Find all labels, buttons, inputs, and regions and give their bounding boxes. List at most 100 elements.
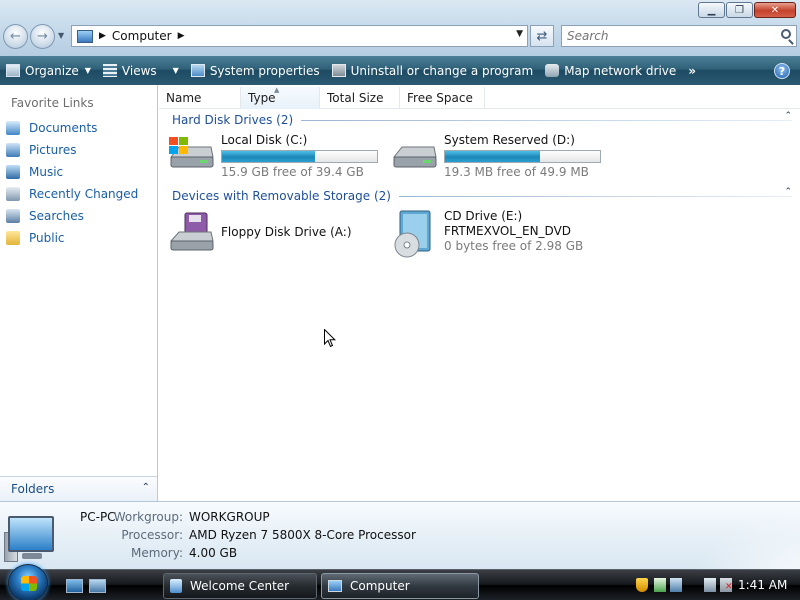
sidebar-item-searches[interactable]: Searches	[6, 207, 84, 225]
taskbar-button-computer[interactable]: Computer	[321, 573, 479, 599]
drive-tile-a[interactable]: Floppy Disk Drive (A:)	[167, 211, 352, 251]
welcome-center-icon	[170, 579, 182, 593]
organize-label: Organize	[25, 63, 79, 78]
address-bar[interactable]: ▶ Computer ▶ ▼	[71, 25, 528, 47]
column-headers: Name ▲ Type Total Size Free Space	[159, 86, 800, 109]
windows-logo-icon	[21, 576, 37, 591]
search-icon[interactable]	[781, 29, 791, 39]
start-button[interactable]	[8, 564, 48, 600]
column-header-total-size[interactable]: Total Size	[320, 87, 400, 109]
sidebar-item-documents[interactable]: Documents	[6, 119, 97, 137]
views-button[interactable]: Views ▼	[97, 56, 185, 85]
cd-drive-icon	[390, 209, 438, 259]
search-box[interactable]	[561, 25, 797, 47]
drive-name: CD Drive (E:)	[444, 209, 523, 223]
documents-icon	[6, 121, 20, 135]
folders-toggle[interactable]: Folders ⌃	[0, 476, 157, 501]
drive-tile-c[interactable]: Local Disk (C:) 15.9 GB free of 39.4 GB	[167, 133, 378, 180]
group-title: Devices with Removable Storage (2)	[172, 189, 391, 203]
breadcrumb-computer[interactable]: Computer	[112, 29, 172, 43]
network-drive-icon	[545, 64, 560, 77]
computer-monitor-icon	[8, 516, 54, 552]
processor-label: Processor:	[121, 528, 183, 542]
sidebar-item-label: Recently Changed	[29, 187, 139, 201]
processor-value: AMD Ryzen 7 5800X 8-Core Processor	[189, 528, 416, 542]
views-label: Views	[121, 63, 157, 78]
refresh-button[interactable]: ⇄	[530, 25, 554, 47]
column-header-type-label: Type	[248, 91, 276, 105]
recently-changed-icon	[6, 187, 20, 201]
sidebar-item-pictures[interactable]: Pictures	[6, 141, 77, 159]
column-header-type[interactable]: ▲ Type	[241, 86, 320, 109]
sidebar-item-label: Music	[29, 165, 64, 179]
forward-button[interactable]: →	[30, 24, 55, 49]
drive-tile-d[interactable]: System Reserved (D:) 19.3 MB free of 49.…	[390, 133, 601, 180]
memory-label: Memory:	[131, 546, 183, 560]
address-dropdown-icon[interactable]: ▼	[516, 29, 523, 39]
taskbar-button-welcome-center[interactable]: Welcome Center	[163, 573, 317, 599]
volume-muted-icon[interactable]	[720, 578, 733, 592]
help-icon[interactable]: ?	[774, 63, 790, 79]
clock[interactable]: 1:41 AM	[738, 578, 787, 592]
back-button[interactable]: ←	[3, 24, 28, 49]
collapse-icon[interactable]: ⌃	[784, 111, 792, 121]
drive-usage-fill	[445, 151, 540, 162]
memory-value: 4.00 GB	[189, 546, 238, 560]
drive-usage-fill	[222, 151, 315, 162]
chevron-down-icon: ▼	[84, 66, 91, 75]
map-network-drive-button[interactable]: Map network drive	[539, 56, 682, 85]
minimize-button[interactable]: ▁	[698, 2, 725, 18]
network-disconnected-icon[interactable]	[704, 578, 716, 592]
maximize-button[interactable]: ❐	[726, 2, 753, 18]
drive-name: Local Disk (C:)	[221, 133, 308, 147]
mouse-pointer-icon	[324, 329, 336, 348]
drive-usage-bar	[221, 150, 378, 163]
close-button[interactable]: ✕	[754, 2, 796, 18]
group-divider	[398, 195, 792, 197]
file-list: Name ▲ Type Total Size Free Space Hard D…	[159, 85, 800, 501]
collapse-icon[interactable]: ⌃	[784, 187, 792, 197]
drive-free-space: 0 bytes free of 2.98 GB	[444, 239, 584, 253]
more-commands-button[interactable]: »	[682, 64, 702, 78]
drive-free-space: 19.3 MB free of 49.9 MB	[444, 165, 589, 179]
breadcrumb-arrow-icon[interactable]: ▶	[99, 31, 106, 41]
search-input[interactable]	[562, 29, 767, 43]
group-header-hard-disks[interactable]: Hard Disk Drives (2) ⌃	[172, 111, 792, 129]
chevron-up-icon: ⌃	[141, 482, 150, 493]
network-icon[interactable]	[670, 578, 682, 592]
drive-usage-bar	[444, 150, 601, 163]
workgroup-label: Workgroup:	[113, 510, 183, 524]
drive-volume-label: FRTMEXVOL_EN_DVD	[444, 224, 572, 238]
drive-name: Floppy Disk Drive (A:)	[221, 225, 352, 239]
security-center-icon[interactable]	[654, 578, 666, 592]
computer-name: PC-PC	[80, 510, 116, 524]
taskbar-button-label: Computer	[350, 579, 410, 593]
workgroup-value: WORKGROUP	[189, 510, 270, 524]
floppy-drive-icon	[167, 211, 215, 251]
breadcrumb-arrow-icon[interactable]: ▶	[178, 31, 185, 41]
searches-icon	[6, 209, 20, 223]
uninstall-program-label: Uninstall or change a program	[350, 63, 534, 78]
organize-button[interactable]: Organize ▼	[0, 56, 97, 85]
column-header-free-space[interactable]: Free Space	[400, 87, 485, 109]
hard-disk-icon	[390, 133, 438, 171]
shield-icon[interactable]	[636, 578, 648, 592]
show-desktop-icon[interactable]	[66, 579, 83, 593]
column-header-name[interactable]: Name	[159, 87, 241, 109]
recent-pages-dropdown[interactable]: ▼	[58, 31, 64, 40]
system-properties-button[interactable]: System properties	[185, 56, 326, 85]
taskbar-button-label: Welcome Center	[190, 579, 290, 593]
taskbar: Welcome Center Computer 1:41 AM	[0, 564, 800, 600]
sidebar-item-public[interactable]: Public	[6, 229, 65, 247]
sidebar-item-label: Pictures	[29, 143, 77, 157]
command-bar: Organize ▼ Views ▼ System properties Uni…	[0, 56, 800, 85]
hard-disk-windows-icon	[167, 133, 215, 171]
drive-tile-e[interactable]: CD Drive (E:) FRTMEXVOL_EN_DVD 0 bytes f…	[390, 209, 583, 259]
sidebar-item-music[interactable]: Music	[6, 163, 63, 181]
switch-windows-icon[interactable]	[89, 579, 106, 593]
uninstall-program-button[interactable]: Uninstall or change a program	[326, 56, 540, 85]
group-header-removable[interactable]: Devices with Removable Storage (2) ⌃	[172, 187, 792, 205]
folders-label: Folders	[11, 482, 55, 496]
sidebar-item-label: Public	[29, 231, 65, 245]
sidebar-item-recently-changed[interactable]: Recently Changed	[6, 185, 138, 203]
